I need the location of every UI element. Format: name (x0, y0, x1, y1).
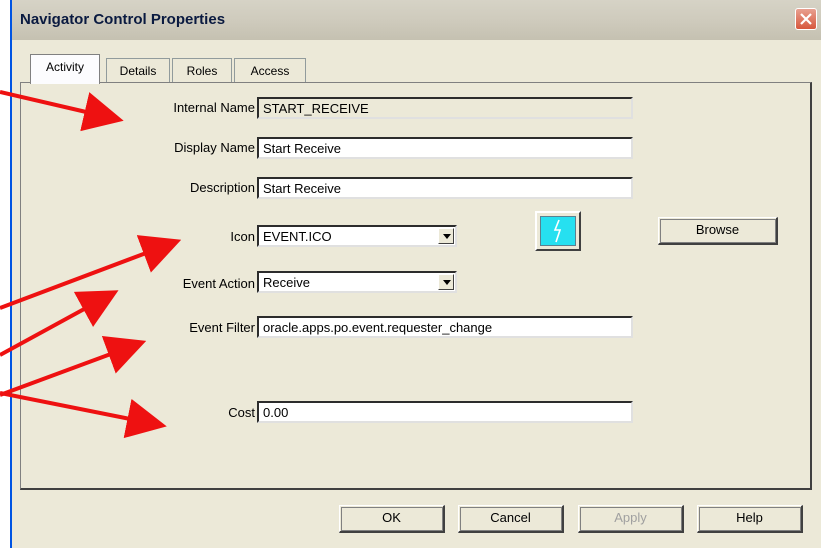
title-bar: Navigator Control Properties (12, 0, 821, 40)
event-filter-label: Event Filter (189, 320, 255, 335)
display-name-label: Display Name (174, 140, 255, 155)
icon-select-value: EVENT.ICO (263, 229, 332, 244)
properties-dialog: Navigator Control Properties Activity De… (10, 0, 821, 548)
description-label: Description (189, 180, 255, 195)
cost-field[interactable]: 0.00 (257, 401, 633, 423)
icon-preview-fill (540, 216, 576, 246)
background-desktop-strip (0, 0, 10, 548)
icon-preview (535, 211, 581, 251)
event-filter-value: oracle.apps.po.event.requester_change (263, 320, 493, 335)
browse-button[interactable]: Browse (658, 217, 778, 245)
internal-name-label: Internal Name (173, 100, 255, 115)
cancel-button[interactable]: Cancel (458, 505, 564, 533)
tab-access[interactable]: Access (234, 58, 306, 84)
tab-details[interactable]: Details (106, 58, 170, 84)
tab-label: Roles (186, 64, 218, 78)
dropdown-arrow-icon[interactable] (438, 274, 454, 290)
internal-name-value: START_RECEIVE (263, 101, 369, 116)
activity-tab-panel: Internal Name START_RECEIVE Display Name… (20, 82, 812, 490)
display-name-value: Start Receive (263, 141, 342, 156)
tab-activity[interactable]: Activity (30, 54, 100, 84)
dropdown-arrow-icon[interactable] (438, 228, 454, 244)
close-button[interactable] (795, 8, 817, 30)
event-action-label: Event Action (182, 276, 255, 291)
tab-label: Access (250, 64, 290, 78)
cost-value: 0.00 (263, 405, 289, 420)
event-action-value: Receive (263, 275, 310, 290)
event-filter-field[interactable]: oracle.apps.po.event.requester_change (257, 316, 633, 338)
icon-label: Icon (230, 229, 255, 244)
help-button[interactable]: Help (697, 505, 803, 533)
tab-label: Activity (45, 60, 84, 74)
lightning-bolt-icon (553, 219, 562, 243)
ok-button[interactable]: OK (339, 505, 445, 533)
display-name-field[interactable]: Start Receive (257, 137, 633, 159)
cost-label: Cost (228, 405, 255, 420)
window-title: Navigator Control Properties (20, 11, 226, 28)
internal-name-field[interactable]: START_RECEIVE (257, 97, 633, 119)
description-value: Start Receive (263, 181, 342, 196)
close-icon (800, 13, 812, 25)
tab-roles[interactable]: Roles (172, 58, 232, 84)
description-field[interactable]: Start Receive (257, 177, 633, 199)
apply-button[interactable]: Apply (578, 505, 684, 533)
event-action-select[interactable]: Receive (257, 271, 457, 293)
tab-label: Details (119, 64, 157, 78)
icon-select[interactable]: EVENT.ICO (257, 225, 457, 247)
